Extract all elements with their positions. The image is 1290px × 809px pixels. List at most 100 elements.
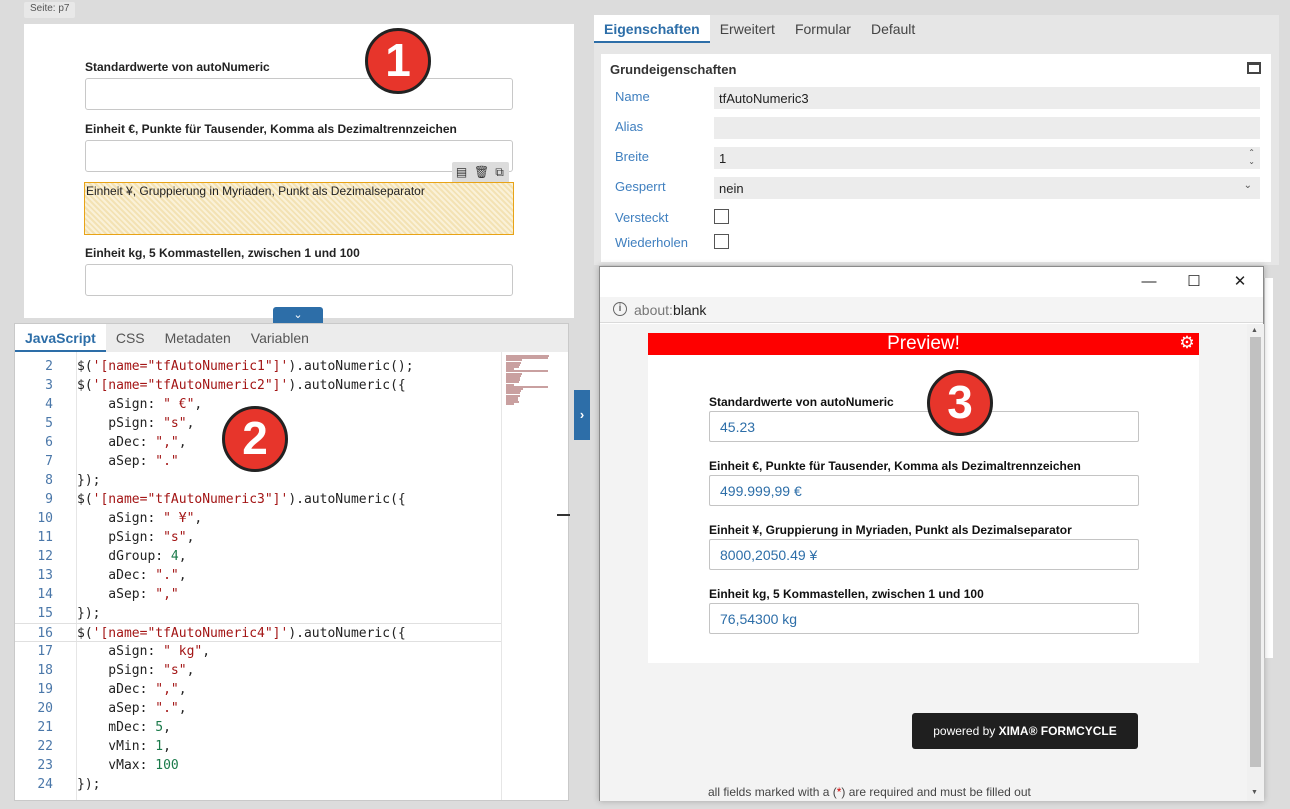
expand-panel-button[interactable]: › [574, 390, 590, 440]
window-icon[interactable] [1247, 62, 1261, 74]
maximize-icon[interactable]: ☐ [1171, 267, 1217, 297]
line-number: 6 [45, 435, 53, 450]
tab-default[interactable]: Default [861, 15, 925, 43]
tab-eigenschaften[interactable]: Eigenschaften [594, 15, 710, 43]
code-line[interactable]: 17 aSign: " kg", [15, 642, 501, 661]
tab-css[interactable]: CSS [106, 324, 155, 352]
code-line[interactable]: 11 pSign: "s", [15, 528, 501, 547]
tab-javascript[interactable]: JavaScript [15, 324, 106, 352]
code-text: }); [77, 606, 101, 621]
code-line[interactable]: 20 aSep: ".", [15, 699, 501, 718]
field-input-2[interactable] [85, 140, 513, 172]
width-label: Breite [615, 149, 649, 164]
code-line[interactable]: 12 dGroup: 4, [15, 547, 501, 566]
scroll-up-icon[interactable]: ▲ [1251, 327, 1258, 334]
preview-field-input[interactable]: 499.999,99 € [709, 475, 1139, 506]
spinner-arrows-icon[interactable]: ⌃ ⌄ [1248, 148, 1255, 166]
code-text: aDec: ",", [77, 435, 187, 450]
line-number: 8 [45, 473, 53, 488]
locked-select[interactable]: nein ⌄ [714, 177, 1260, 199]
code-text: $('[name="tfAutoNumeric3"]').autoNumeric… [77, 492, 406, 507]
scroll-down-icon[interactable]: ▼ [1251, 789, 1258, 796]
code-text: vMin: 1, [77, 739, 171, 754]
line-number: 14 [37, 587, 53, 602]
code-line[interactable]: 8}); [15, 471, 501, 490]
code-line[interactable]: 21 mDec: 5, [15, 718, 501, 737]
minimize-icon[interactable]: — [1126, 267, 1172, 297]
code-line[interactable]: 14 aSep: "," [15, 585, 501, 604]
alias-field[interactable] [714, 117, 1260, 139]
code-text: aDec: ",", [77, 682, 187, 697]
name-field[interactable]: tfAutoNumeric3 [714, 87, 1260, 109]
code-line[interactable]: 2 $('[name="tfAutoNumeric1"]').autoNumeri… [15, 357, 501, 376]
line-number: 15 [37, 606, 53, 621]
code-line[interactable]: 13 aDec: ".", [15, 566, 501, 585]
scroll-thumb[interactable] [1250, 337, 1261, 767]
code-line[interactable]: 22 vMin: 1, [15, 737, 501, 756]
preview-field-input[interactable]: 8000,2050.49 ¥ [709, 539, 1139, 570]
copy-icon[interactable]: ⧉ [493, 165, 506, 179]
scrollbar[interactable]: ▲ ▼ [1247, 324, 1264, 801]
code-line[interactable]: 24}); [15, 775, 501, 794]
field-label: Einheit ¥, Gruppierung in Myriaden, Punk… [86, 184, 425, 198]
code-editor-panel: JavaScript CSS Metadaten Variablen 2 $('[… [14, 323, 570, 801]
minimap[interactable] [501, 352, 570, 800]
code-line[interactable]: 3 $('[name="tfAutoNumeric2"]').autoNumeri… [15, 376, 501, 395]
collapse-button[interactable]: ⌄ [273, 307, 323, 323]
trash-icon[interactable]: 🗑 [474, 165, 489, 179]
locked-value: nein [719, 181, 744, 196]
width-stepper[interactable]: 1 ⌃ ⌄ [714, 147, 1260, 169]
preview-window: — ☐ ✕ i about:blank Preview! ⚙ Standardw… [599, 266, 1264, 801]
preview-field-input[interactable]: 76,54300 kg [709, 603, 1139, 634]
name-label: Name [615, 89, 650, 104]
preview-field-input[interactable]: 45.23 [709, 411, 1139, 442]
chevron-right-icon: › [579, 407, 585, 422]
preview-banner: Preview! ⚙ [648, 333, 1199, 355]
minimap-line [506, 403, 514, 406]
address-bar[interactable]: i about:blank [600, 297, 1263, 323]
window-titlebar[interactable]: — ☐ ✕ [600, 267, 1263, 297]
info-icon[interactable]: i [613, 302, 627, 316]
close-icon[interactable]: ✕ [1217, 267, 1263, 297]
chevron-down-icon: ⌄ [1243, 180, 1252, 191]
width-value: 1 [719, 151, 727, 166]
chevron-down-icon: ⌄ [293, 309, 303, 321]
code-line[interactable]: 18 pSign: "s", [15, 661, 501, 680]
tab-erweitert[interactable]: Erweitert [710, 15, 785, 43]
code-text: $('[name="tfAutoNumeric4"]').autoNumeric… [77, 626, 406, 641]
line-number: 19 [37, 682, 53, 697]
preview-viewport: Preview! ⚙ Standardwerte von autoNumeric… [600, 324, 1247, 801]
tab-formular[interactable]: Formular [785, 15, 861, 43]
repeat-checkbox[interactable] [714, 234, 729, 249]
properties-body: Grundeigenschaften Name tfAutoNumeric3 A… [601, 54, 1271, 262]
code-line[interactable]: 9 $('[name="tfAutoNumeric3"]').autoNumeri… [15, 490, 501, 509]
badge-one: 1 [365, 28, 431, 94]
code-line[interactable]: 19 aDec: ",", [15, 680, 501, 699]
alias-label: Alias [615, 119, 644, 134]
badge-two: 2 [222, 406, 288, 472]
line-number: 10 [37, 511, 53, 526]
code-line[interactable]: 23 vMax: 100 [15, 756, 501, 775]
code-text: aSep: "," [77, 587, 179, 602]
line-number: 20 [37, 701, 53, 716]
hidden-label: Versteckt [615, 210, 669, 225]
line-number: 11 [37, 530, 53, 545]
line-number: 9 [45, 492, 53, 507]
tab-variablen[interactable]: Variablen [241, 324, 319, 352]
code-line[interactable]: 15}); [15, 604, 501, 623]
line-number: 17 [37, 644, 53, 659]
address-text[interactable]: about:blank [634, 302, 706, 318]
powered-by-button[interactable]: powered by XIMA® FORMCYCLE [912, 713, 1138, 749]
layout-icon[interactable]: ▤ [455, 165, 468, 179]
tab-metadaten[interactable]: Metadaten [155, 324, 241, 352]
hidden-checkbox[interactable] [714, 209, 729, 224]
page-tab[interactable]: Seite: p7 [24, 2, 76, 18]
field-input-4[interactable] [85, 264, 513, 296]
line-number: 22 [37, 739, 53, 754]
field-input-1[interactable] [85, 78, 513, 110]
code-line[interactable]: 10 aSign: " ¥", [15, 509, 501, 528]
selected-field[interactable]: Einheit ¥, Gruppierung in Myriaden, Punk… [84, 182, 514, 235]
code-text: pSign: "s", [77, 530, 195, 545]
code-line[interactable]: 16 $('[name="tfAutoNumeric4"]').autoNumer… [15, 623, 501, 642]
gear-icon[interactable]: ⚙ [1179, 334, 1195, 351]
